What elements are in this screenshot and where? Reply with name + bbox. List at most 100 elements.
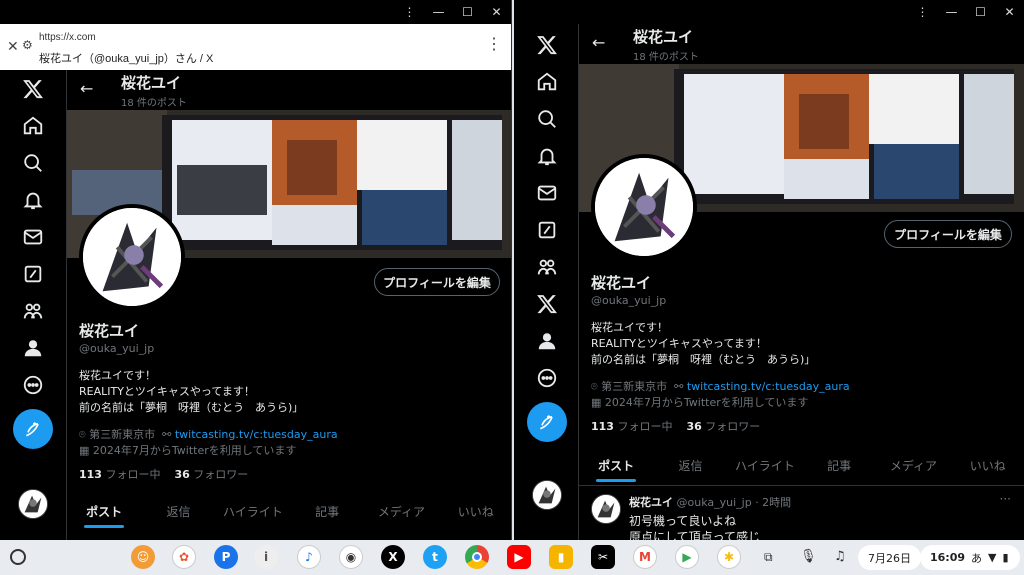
- twitter-app-icon[interactable]: t: [423, 545, 447, 569]
- back-arrow-icon[interactable]: ←: [80, 79, 93, 98]
- messages-icon[interactable]: [13, 218, 53, 255]
- messages-icon[interactable]: [527, 174, 567, 211]
- youtube-app-icon[interactable]: ▶: [507, 545, 531, 569]
- x-logo-icon[interactable]: [527, 26, 567, 63]
- followers-count[interactable]: 36: [174, 468, 189, 481]
- account-avatar[interactable]: [532, 480, 562, 510]
- launcher-icon[interactable]: [10, 549, 26, 565]
- close-icon[interactable]: ✕: [995, 0, 1024, 24]
- grok-icon[interactable]: [527, 211, 567, 248]
- tab-highlights[interactable]: ハイライト: [728, 448, 802, 484]
- tab-replies[interactable]: 返信: [653, 448, 727, 484]
- tab-media[interactable]: メディア: [364, 494, 438, 530]
- media-queue-icon[interactable]: ♫: [834, 549, 846, 564]
- voice-app-icon[interactable]: ♪: [297, 545, 321, 569]
- followers-label[interactable]: フォロワー: [193, 468, 248, 481]
- account-avatar[interactable]: [18, 489, 48, 519]
- tweet-author[interactable]: 桜花ユイ: [629, 496, 673, 509]
- right-titlebar: ⋮ — ☐ ✕: [894, 0, 1024, 24]
- header-name: 桜花ユイ: [121, 74, 182, 92]
- minimize-icon[interactable]: —: [937, 0, 966, 24]
- tab-likes[interactable]: いいね: [439, 494, 511, 530]
- tab-highlights[interactable]: ハイライト: [216, 494, 290, 530]
- url-text[interactable]: https://x.com: [39, 32, 96, 43]
- profile-avatar[interactable]: [591, 154, 697, 260]
- tab-replies[interactable]: 返信: [141, 494, 215, 530]
- chef-app-icon[interactable]: ☺: [131, 545, 155, 569]
- header-post-count: 18 件のポスト: [633, 52, 699, 63]
- left-profile-column: ← 桜花ユイ 18 件のポスト プロフィールを編集 桜花ユイ @ouka_yui…: [66, 70, 511, 540]
- minimize-icon[interactable]: —: [424, 0, 453, 24]
- tab-posts[interactable]: ポスト: [579, 448, 653, 484]
- window-menu-icon[interactable]: ⋮: [395, 0, 424, 24]
- tab-media[interactable]: メディア: [876, 448, 950, 484]
- premium-x-icon[interactable]: [527, 285, 567, 322]
- tab-articles[interactable]: 記事: [802, 448, 876, 484]
- italki-app-icon[interactable]: i: [254, 545, 278, 569]
- link-icon: ⚯: [158, 428, 172, 441]
- tab-posts[interactable]: ポスト: [67, 494, 141, 530]
- maximize-icon[interactable]: ☐: [453, 0, 482, 24]
- following-count[interactable]: 113: [591, 420, 614, 433]
- tab-likes[interactable]: いいね: [951, 448, 1024, 484]
- site-settings-icon[interactable]: ⚙: [22, 38, 33, 52]
- x-logo-icon[interactable]: [13, 70, 53, 107]
- following-label[interactable]: フォロー中: [617, 420, 672, 433]
- maximize-icon[interactable]: ☐: [966, 0, 995, 24]
- photos-app-icon[interactable]: ✿: [172, 545, 196, 569]
- following-count[interactable]: 113: [79, 468, 102, 481]
- compose-button[interactable]: [527, 402, 567, 442]
- communities-icon[interactable]: [13, 292, 53, 329]
- compose-button[interactable]: [13, 409, 53, 449]
- tweet-avatar[interactable]: [591, 494, 621, 524]
- following-label[interactable]: フォロー中: [105, 468, 160, 481]
- notifications-icon[interactable]: [527, 137, 567, 174]
- profile-location: 第三新東京市: [601, 380, 668, 393]
- gmail-app-icon[interactable]: M: [633, 545, 657, 569]
- followers-label[interactable]: フォロワー: [705, 420, 760, 433]
- back-arrow-icon[interactable]: ←: [592, 33, 605, 52]
- follow-stats: 113 フォロー中 36 フォロワー: [591, 418, 760, 434]
- google-photos-app-icon[interactable]: ✱: [717, 545, 741, 569]
- x-app-icon[interactable]: X: [381, 545, 405, 569]
- tweet-header: 桜花ユイ @ouka_yui_jp · 2時間: [629, 494, 791, 510]
- more-icon[interactable]: [13, 366, 53, 403]
- chrome-app-icon[interactable]: [465, 545, 489, 569]
- right-profile-column: ← 桜花ユイ 18 件のポスト プロフィールを編集 桜花ユイ @ouka_yui: [578, 24, 1024, 540]
- profile-joined-row: ▦ 2024年7月からTwitterを利用しています: [79, 442, 296, 458]
- profile-icon[interactable]: [13, 329, 53, 366]
- more-menu-icon[interactable]: ⋮: [486, 34, 502, 54]
- clipboard-icon[interactable]: ⧉: [764, 550, 773, 565]
- mic-icon[interactable]: 🎙: [800, 549, 817, 564]
- chat-app-icon[interactable]: P: [214, 545, 238, 569]
- profile-location: 第三新東京市: [89, 428, 156, 441]
- home-icon[interactable]: [527, 63, 567, 100]
- keep-app-icon[interactable]: ▮: [549, 545, 573, 569]
- profile-avatar[interactable]: [79, 204, 185, 310]
- calendar-icon: ▦: [79, 444, 90, 457]
- edit-profile-button[interactable]: プロフィールを編集: [884, 220, 1012, 248]
- tab-articles[interactable]: 記事: [290, 494, 364, 530]
- search-icon[interactable]: [13, 144, 53, 181]
- home-icon[interactable]: [13, 107, 53, 144]
- capcut-app-icon[interactable]: ✂: [591, 545, 615, 569]
- close-icon[interactable]: ✕: [482, 0, 511, 24]
- profile-icon[interactable]: [527, 322, 567, 359]
- date-pill[interactable]: 7月26日: [858, 545, 921, 570]
- more-icon[interactable]: [527, 359, 567, 396]
- notifications-icon[interactable]: [13, 181, 53, 218]
- status-tray[interactable]: 16:09 あ ▼ ▮: [920, 545, 1020, 570]
- profile-link[interactable]: twitcasting.tv/c:tuesday_aura: [687, 380, 850, 393]
- play-store-app-icon[interactable]: ▶: [675, 545, 699, 569]
- robot-app-icon[interactable]: ◉: [339, 545, 363, 569]
- tweet-more-icon[interactable]: ···: [1000, 492, 1011, 506]
- grok-icon[interactable]: [13, 255, 53, 292]
- tweet-item[interactable]: 桜花ユイ @ouka_yui_jp · 2時間 ··· 初号機って良いよね 原点…: [579, 485, 1024, 540]
- edit-profile-button[interactable]: プロフィールを編集: [374, 268, 500, 296]
- followers-count[interactable]: 36: [686, 420, 701, 433]
- profile-link[interactable]: twitcasting.tv/c:tuesday_aura: [175, 428, 338, 441]
- close-tab-icon[interactable]: ✕: [7, 38, 19, 55]
- window-menu-icon[interactable]: ⋮: [908, 0, 937, 24]
- communities-icon[interactable]: [527, 248, 567, 285]
- search-icon[interactable]: [527, 100, 567, 137]
